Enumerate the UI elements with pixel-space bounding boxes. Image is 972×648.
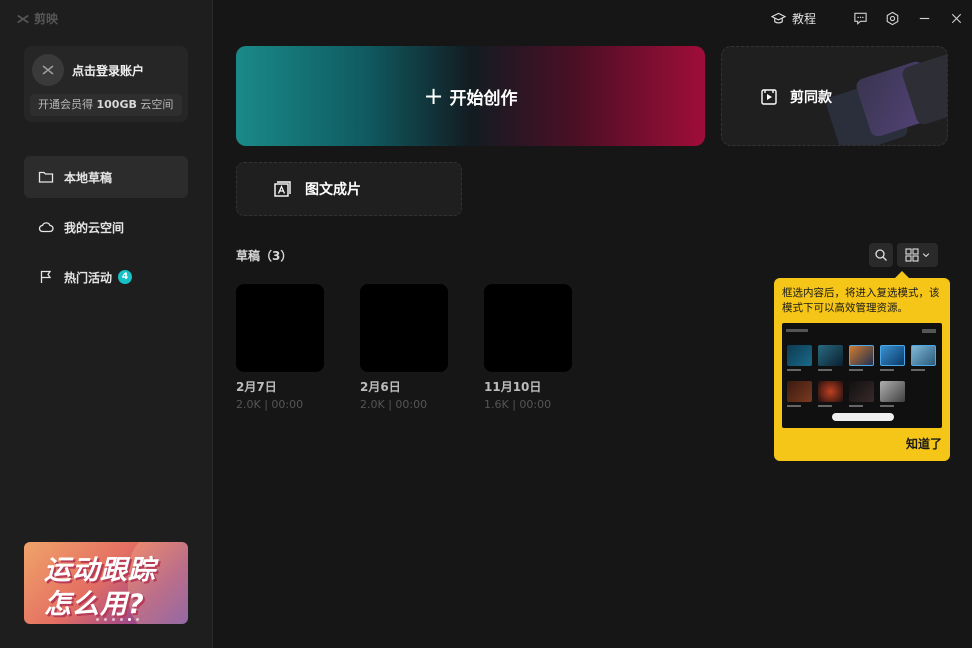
multi-select-tooltip: 框选内容后，将进入复选模式，该模式下可以高效管理资源。 知道了	[774, 271, 950, 461]
preview-thumb	[818, 381, 843, 402]
sidebar-item-local-drafts[interactable]: 本地草稿	[24, 156, 188, 198]
draft-thumbnail[interactable]	[360, 284, 448, 372]
carousel-dot[interactable]	[112, 618, 115, 621]
vip-prefix: 开通会员得	[38, 98, 97, 111]
drafts-section-title: 草稿（3）	[236, 249, 293, 263]
draft-title: 2月7日	[236, 380, 277, 394]
preview-thumb	[849, 345, 874, 366]
preview-caption	[787, 369, 801, 371]
login-link[interactable]: 点击登录账户	[72, 62, 144, 79]
text-frame-icon	[274, 181, 291, 197]
tooltip-preview-image	[782, 323, 942, 428]
start-creation-label: 开始创作	[449, 88, 518, 109]
close-icon	[951, 13, 961, 23]
preview-caption	[911, 369, 925, 371]
sidebar: 剪映 点击登录账户 开通会员得 100GB 云空间 本地草稿 我的云空间 热门活…	[0, 0, 213, 648]
sidebar-item-label: 我的云空间	[64, 220, 125, 235]
draft-meta: 2.0K | 00:00	[360, 398, 428, 411]
vip-amount: 100GB	[96, 98, 137, 111]
carousel-dot[interactable]	[120, 618, 123, 621]
preview-thumb	[880, 345, 905, 366]
preview-thumb	[911, 345, 936, 366]
capcut-avatar-icon	[42, 65, 54, 75]
draft-item[interactable]: 2月6日 2.0K | 00:00	[360, 284, 448, 411]
capcut-logo-icon	[17, 14, 29, 23]
draft-title: 11月10日	[484, 380, 542, 394]
tooltip-text: 框选内容后，将进入复选模式，该模式下可以高效管理资源。	[782, 287, 940, 314]
close-button[interactable]	[940, 0, 972, 36]
template-label: 剪同款	[790, 90, 832, 106]
search-icon	[875, 249, 887, 261]
vip-promo[interactable]: 开通会员得 100GB 云空间	[30, 94, 182, 116]
search-button[interactable]	[869, 243, 893, 267]
draft-item[interactable]: 11月10日 1.6K | 00:00	[484, 284, 572, 411]
preview-caption	[787, 405, 801, 407]
preview-thumb	[787, 381, 812, 402]
folder-icon	[38, 171, 54, 183]
chevron-down-icon	[922, 253, 929, 258]
draft-item[interactable]: 2月7日 2.0K | 00:00	[236, 284, 324, 411]
tutorial-button[interactable]: 教程	[770, 10, 816, 27]
carousel-dot[interactable]	[136, 618, 139, 621]
gear-icon	[886, 11, 898, 25]
image-text-label: 图文成片	[305, 182, 361, 198]
template-icon	[761, 89, 777, 105]
draft-thumbnail[interactable]	[236, 284, 324, 372]
preview-header-tools	[922, 329, 936, 333]
image-text-to-video-button[interactable]: 图文成片	[236, 162, 462, 216]
preview-thumb	[880, 381, 905, 402]
draft-thumbnail[interactable]	[484, 284, 572, 372]
draft-meta: 1.6K | 00:00	[484, 398, 552, 411]
preview-caption	[880, 369, 894, 371]
carousel-dot[interactable]	[96, 618, 99, 621]
sidebar-item-hot-events[interactable]: 热门活动 4	[24, 256, 188, 298]
sidebar-item-label: 热门活动	[64, 270, 113, 285]
settings-button[interactable]	[876, 0, 908, 36]
feedback-button[interactable]	[844, 0, 876, 36]
sidebar-nav: 本地草稿 我的云空间 热门活动 4	[24, 156, 188, 306]
preview-thumb	[787, 345, 812, 366]
app-name: 剪映	[34, 12, 59, 26]
preview-caption	[849, 405, 863, 407]
template-label-group: 剪同款	[760, 87, 832, 107]
preview-caption	[818, 369, 832, 371]
preview-caption	[880, 405, 894, 407]
carousel-dot-active[interactable]	[128, 618, 131, 621]
start-creation-button[interactable]: + 开始创作	[236, 46, 705, 146]
app-logo: 剪映	[16, 10, 58, 27]
titlebar: 教程	[770, 0, 972, 36]
template-button[interactable]: 剪同款	[721, 46, 948, 146]
notification-badge: 4	[118, 270, 133, 284]
carousel-dots	[96, 618, 139, 621]
preview-thumb	[849, 381, 874, 402]
sidebar-item-label: 本地草稿	[64, 170, 113, 185]
preview-header	[786, 329, 808, 332]
plus-icon: +	[423, 82, 444, 110]
promo-line-2: 怎么用?	[44, 589, 145, 620]
view-mode-button[interactable]	[897, 243, 938, 267]
minimize-button[interactable]	[908, 0, 940, 36]
sidebar-item-cloud-space[interactable]: 我的云空间	[24, 206, 188, 248]
grid-view-icon	[904, 248, 919, 262]
carousel-dot[interactable]	[104, 618, 107, 621]
draft-title: 2月6日	[360, 380, 401, 394]
preview-thumb	[818, 345, 843, 366]
preview-caption	[818, 405, 832, 407]
promo-banner[interactable]: 运动跟踪 怎么用?	[24, 542, 188, 624]
cloud-icon	[38, 222, 54, 233]
minimize-icon	[919, 17, 929, 19]
graduation-cap-icon	[770, 12, 786, 24]
tooltip-arrow	[895, 271, 909, 278]
tooltip-ok-button[interactable]: 知道了	[906, 435, 942, 452]
account-card[interactable]: 点击登录账户 开通会员得 100GB 云空间	[24, 46, 188, 122]
flag-icon	[40, 270, 52, 283]
feedback-icon	[853, 12, 867, 25]
avatar[interactable]	[32, 54, 64, 86]
preview-caption	[849, 369, 863, 371]
tutorial-label: 教程	[791, 11, 816, 26]
draft-meta: 2.0K | 00:00	[236, 398, 304, 411]
preview-action-bar	[832, 413, 894, 421]
vip-suffix: 云空间	[136, 98, 174, 111]
